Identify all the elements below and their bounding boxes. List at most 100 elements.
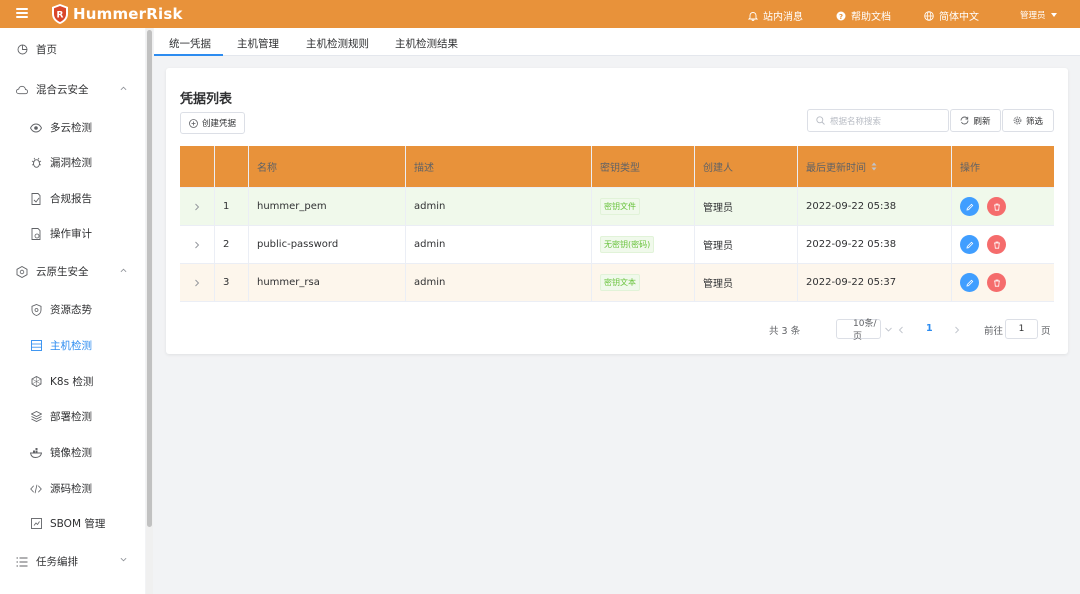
sidebar-group-tasks[interactable]: 任务编排 [16,554,78,569]
sidebar-item-code[interactable]: 源码检测 [30,481,92,496]
page-size-select[interactable]: 10条/页 [836,319,892,342]
delete-button[interactable] [987,197,1006,216]
user-menu[interactable]: 管理员 [1020,9,1057,21]
key-type-badge: 无密钥(密码) [600,236,655,253]
tab-host-management[interactable]: 主机管理 [237,36,279,51]
column-header-updated[interactable]: 最后更新时间 [797,146,951,187]
sidebar-item-k8s[interactable]: K8s 检测 [30,374,93,389]
sidebar-item-label: SBOM 管理 [50,518,106,530]
row-key-type: 无密钥(密码) [591,226,694,263]
chevron-up-icon[interactable] [120,85,127,92]
next-page-icon[interactable] [954,326,960,334]
column-header-desc[interactable]: 描述 [405,146,591,187]
row-creator: 管理员 [694,188,797,225]
create-credential-label: 创建凭据 [201,119,236,129]
sidebar-item-resource[interactable]: 资源态势 [30,302,92,317]
chevron-down-icon[interactable] [120,556,127,563]
column-header-key-type[interactable]: 密钥类型 [591,146,694,187]
sidebar-item-host[interactable]: 主机检测 [30,338,92,353]
row-name: hummer_rsa [248,264,405,301]
chevron-right-icon [195,279,200,286]
expand-toggle[interactable] [180,264,214,301]
bell-icon [748,11,758,21]
active-tab-indicator [154,54,223,56]
question-icon: ? [836,11,846,20]
chevron-up-icon[interactable] [120,267,127,274]
sort-icon[interactable] [871,162,877,171]
row-actions [951,226,1054,263]
edit-button[interactable] [960,235,979,254]
column-header-actions: 操作 [951,146,1054,187]
sidebar-item-label: 混合云安全 [36,84,89,96]
tab-host-results[interactable]: 主机检测结果 [395,36,458,51]
sidebar: 首页 混合云安全 多云检测 漏洞检测 合规报告 操作审计 云原生安全 资源态势 … [0,28,145,594]
filter-button[interactable]: 筛选 [1002,109,1054,132]
create-credential-button[interactable]: 创建凭据 [180,112,245,134]
table-row[interactable]: 1 hummer_pem admin 密钥文件 管理员 2022-09-22 0… [180,188,1054,226]
table-row[interactable]: 3 hummer_rsa admin 密钥文本 管理员 2022-09-22 0… [180,264,1054,302]
globe-icon [924,10,934,21]
plus-circle-icon [189,118,198,128]
sidebar-item-label: K8s 检测 [50,376,94,388]
sidebar-item-home[interactable]: 首页 [16,42,57,57]
sidebar-item-multicloud[interactable]: 多云检测 [30,120,92,135]
expand-toggle[interactable] [180,226,214,263]
column-header-expand [180,146,214,187]
delete-button[interactable] [987,235,1006,254]
column-header-name[interactable]: 名称 [248,146,405,187]
column-header-creator[interactable]: 创建人 [694,146,797,187]
sidebar-group-cloud-native[interactable]: 云原生安全 [16,264,89,279]
tab-host-rules[interactable]: 主机检测规则 [306,36,369,51]
language-switch[interactable]: 简体中文 [924,8,979,23]
sidebar-item-sbom[interactable]: SBOM 管理 [30,516,105,531]
deploy-icon [30,411,42,423]
audit-icon [30,227,42,240]
app-logo[interactable]: R HummerRisk [50,3,183,25]
help-link[interactable]: ? 帮助文档 [836,8,891,23]
expand-toggle[interactable] [180,188,214,225]
table-row[interactable]: 2 public-password admin 无密钥(密码) 管理员 2022… [180,226,1054,264]
sidebar-item-vuln[interactable]: 漏洞检测 [30,155,92,170]
k8s-icon [30,376,42,388]
sidebar-item-image[interactable]: 镜像检测 [30,445,92,460]
help-label: 帮助文档 [851,12,891,23]
delete-button[interactable] [987,273,1006,292]
eye-icon [30,122,42,134]
sidebar-scrollbar[interactable] [146,28,153,594]
current-page[interactable]: 1 [926,323,933,334]
sidebar-item-audit[interactable]: 操作审计 [30,226,92,241]
key-type-badge: 密钥文件 [600,198,640,215]
goto-page-input[interactable]: 1 [1005,319,1038,339]
code-icon [30,483,42,495]
scrollbar-thumb[interactable] [147,30,152,527]
sidebar-group-hybrid-cloud[interactable]: 混合云安全 [16,82,89,97]
row-creator: 管理员 [694,264,797,301]
sidebar-item-compliance[interactable]: 合规报告 [30,191,92,206]
sidebar-item-label: 任务编排 [36,556,78,568]
edit-button[interactable] [960,197,979,216]
image-icon [30,447,42,459]
cloud-native-icon [16,265,28,278]
row-key-type: 密钥文件 [591,188,694,225]
sbom-icon [30,518,42,530]
row-desc: admin [405,188,591,225]
search-input[interactable] [830,115,940,126]
goto-label: 前往 [984,326,1004,337]
search-box[interactable] [807,109,949,132]
edit-button[interactable] [960,273,979,292]
pencil-icon [965,203,973,211]
sidebar-item-label: 漏洞检测 [50,157,92,169]
trash-icon [993,203,1000,211]
key-type-badge: 密钥文本 [600,274,640,291]
menu-toggle-icon[interactable] [16,8,28,18]
sidebar-item-label: 部署检测 [50,411,92,423]
column-header-index [214,146,248,187]
row-updated: 2022-09-22 05:38 [797,226,951,263]
tab-credentials[interactable]: 统一凭据 [169,36,211,51]
prev-page-icon[interactable] [898,326,904,334]
messages-link[interactable]: 站内消息 [748,8,803,23]
sidebar-item-deploy[interactable]: 部署检测 [30,409,92,424]
dashboard-icon [16,44,28,56]
refresh-button[interactable]: 刷新 [950,109,1001,132]
sidebar-item-label: 镜像检测 [50,447,92,459]
